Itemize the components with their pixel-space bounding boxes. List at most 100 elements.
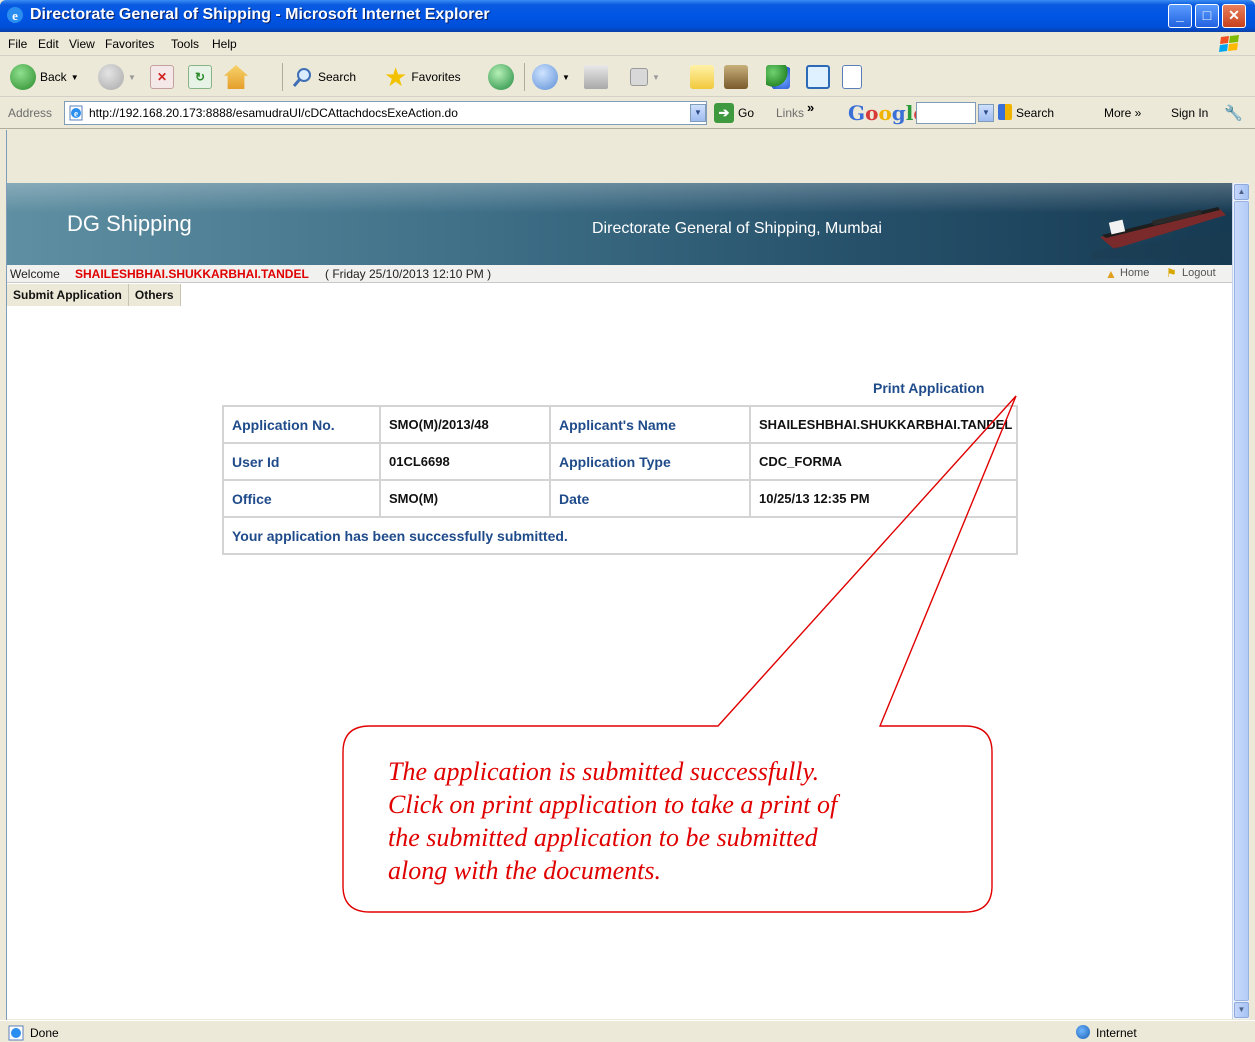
messenger-button[interactable] [766,61,790,93]
applicant-name-value: SHAILESHBHAI.SHUKKARBHAI.TANDEL [749,405,1018,444]
site-brand: DG Shipping [67,211,192,236]
favorites-toolbar-button[interactable]: ★ Favorites [384,61,461,93]
refresh-button[interactable]: ↻ [188,61,212,93]
status-bar: Done Internet [0,1020,1255,1042]
welcome-bar: Welcome SHAILESHBHAI.SHUKKARBHAI.TANDEL … [7,265,1232,283]
title-bar: e Directorate General of Shipping - Micr… [0,0,1255,32]
favorites-label: Favorites [411,70,461,84]
maximize-button[interactable]: □ [1195,4,1219,28]
windows-logo-icon [1219,35,1239,52]
address-url: http://192.168.20.173:8888/esamudraUI/cD… [89,106,458,120]
toolbar-separator [282,63,283,91]
scroll-up-icon[interactable]: ▲ [1234,184,1249,200]
menu-help[interactable]: Help [212,37,237,51]
print-toolbar-button[interactable] [584,61,608,93]
menu-bar: File Edit View Favorites Tools Help [0,32,1255,56]
window-icon [806,65,830,89]
banner-shine [7,183,1232,213]
logout-icon[interactable]: ⚑ [1166,266,1177,280]
address-bar: Address e http://192.168.20.173:8888/esa… [0,97,1255,129]
application-type-value: CDC_FORMA [749,442,1018,481]
vertical-scrollbar[interactable]: ▲ ▼ [1232,183,1249,1019]
print-application-link[interactable]: Print Application [873,380,984,396]
links-chevron-icon[interactable]: » [807,100,814,115]
stop-button[interactable]: ✕ [150,61,174,93]
callout-text: The application is submitted successfull… [388,755,988,887]
forward-button[interactable]: ▼ [98,61,136,93]
office-value: SMO(M) [379,479,551,518]
folder-button[interactable] [690,61,714,93]
application-no-value: SMO(M)/2013/48 [379,405,551,444]
google-search-input[interactable] [916,102,976,124]
google-more-button[interactable]: More » [1104,106,1141,120]
callout-line: The application is submitted successfull… [388,757,820,786]
close-button[interactable]: ✕ [1222,4,1246,28]
back-arrow-icon [10,64,36,90]
application-no-label: Application No. [222,405,381,444]
callout-line: Click on print application to take a pri… [388,790,838,819]
applicant-name-label: Applicant's Name [549,405,751,444]
menu-favorites[interactable]: Favorites [105,37,154,51]
history-button[interactable] [488,61,514,93]
callout-line: along with the documents. [388,856,661,885]
welcome-datetime: ( Friday 25/10/2013 12:10 PM ) [325,267,492,281]
user-id-label: User Id [222,442,381,481]
callout-line: the submitted application to be submitte… [388,823,818,852]
address-input[interactable]: e http://192.168.20.173:8888/esamudraUI/… [64,101,707,125]
scroll-down-icon[interactable]: ▼ [1234,1002,1249,1018]
table-row: User Id 01CL6698 Application Type CDC_FO… [222,442,1018,481]
research-button[interactable] [724,61,748,93]
browser-window: e Directorate General of Shipping - Micr… [0,0,1255,1042]
google-logo: Google [848,101,926,125]
address-dropdown-icon[interactable]: ▼ [690,104,706,122]
svg-text:e: e [74,109,78,119]
table-row: Office SMO(M) Date 10/25/13 12:35 PM [222,479,1018,518]
success-message: Your application has been successfully s… [222,516,1018,555]
home-link[interactable]: Home [1120,267,1149,279]
page-viewport: DG Shipping Directorate General of Shipp… [7,183,1232,1019]
home-icon[interactable]: ▲ [1105,267,1117,281]
globe-icon [1076,1025,1090,1039]
minimize-button[interactable]: _ [1168,4,1192,28]
menu-edit[interactable]: Edit [38,37,59,51]
ie-icon: e [7,7,23,23]
ship-image [1092,207,1232,259]
menu-tools[interactable]: Tools [171,37,199,51]
google-dropdown-icon[interactable]: ▼ [978,104,994,122]
mail-button[interactable]: ▼ [532,61,570,93]
home-toolbar-button[interactable] [224,61,248,93]
status-text: Done [30,1026,59,1040]
standard-toolbar: Back ▼ ▼ ✕ ↻ Search ★ Favorites ▼ ▼ [0,57,1255,97]
nav-others[interactable]: Others [129,284,181,306]
google-signin-button[interactable]: Sign In [1171,106,1208,120]
edit-icon [630,68,648,86]
window-button[interactable] [806,61,830,93]
scroll-thumb[interactable] [1234,201,1249,1001]
go-button[interactable]: Go [738,106,754,120]
go-arrow-icon[interactable]: ➔ [714,103,734,123]
back-label: Back [40,70,67,84]
google-search-button[interactable]: Search [1016,106,1054,120]
star-icon: ★ [384,62,408,92]
edit-button[interactable]: ▼ [630,61,660,93]
edit-dropdown-icon: ▼ [652,72,660,82]
welcome-label: Welcome [10,267,60,281]
research-icon [724,65,748,89]
logout-link[interactable]: Logout [1182,267,1216,279]
menu-view[interactable]: View [69,37,95,51]
page-nav: Submit Application Others [7,284,181,306]
links-label[interactable]: Links [776,106,804,120]
welcome-user: SHAILESHBHAI.SHUKKARBHAI.TANDEL [75,267,309,281]
forward-dropdown-icon: ▼ [128,72,136,82]
menu-file[interactable]: File [8,37,27,51]
back-button[interactable]: Back ▼ [10,61,79,93]
refresh-icon: ↻ [188,65,212,89]
page-button[interactable] [842,61,862,93]
wrench-icon[interactable]: 🔧 [1224,104,1243,122]
search-label: Search [318,70,357,84]
page-icon [842,65,862,89]
search-toolbar-button[interactable]: Search [292,61,356,93]
application-type-label: Application Type [549,442,751,481]
mail-icon [532,64,558,90]
nav-submit-application[interactable]: Submit Application [7,284,129,306]
